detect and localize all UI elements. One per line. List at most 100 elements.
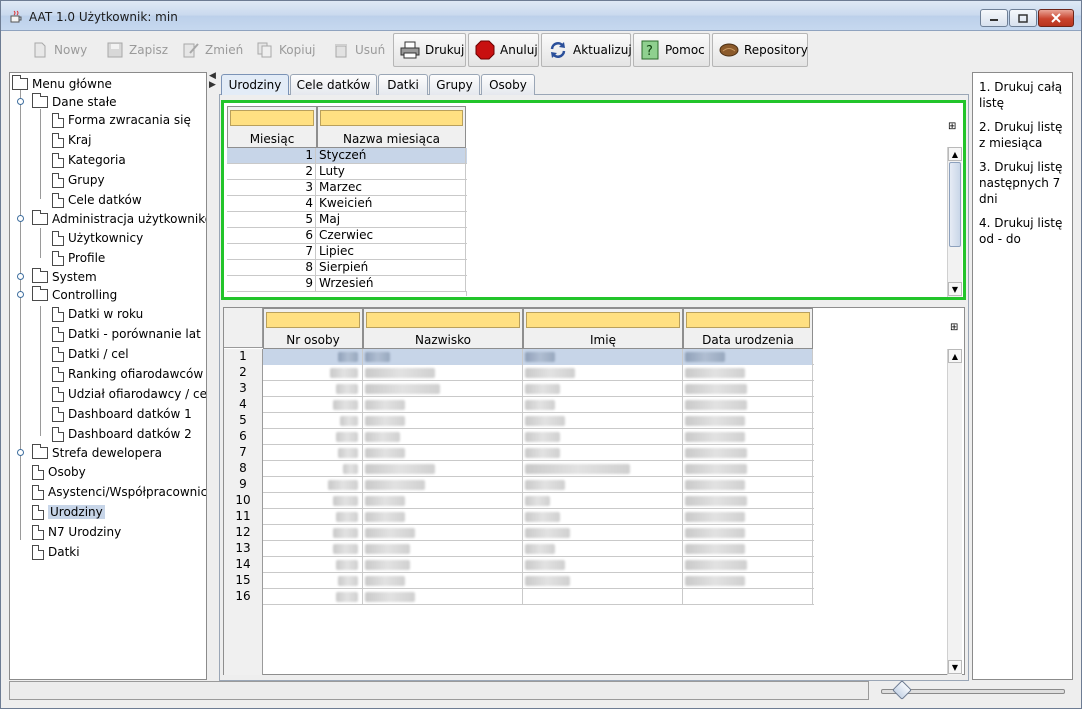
header-data-urodzenia[interactable]: Data urodzenia (683, 308, 813, 349)
tree-item-uzytkownicy[interactable]: Użytkownicy (52, 229, 143, 247)
tree-item-n7[interactable]: N7 Urodziny (32, 523, 121, 541)
new-button[interactable]: Nowy (24, 33, 94, 67)
save-button[interactable]: Zapisz (99, 33, 171, 67)
print-month-option[interactable]: 2. Drukuj listę z miesiąca (979, 119, 1069, 151)
people-vertical-scrollbar[interactable]: ▲ ▼ (947, 349, 962, 675)
minimize-button[interactable] (980, 9, 1008, 27)
splitter-collapse-icon[interactable]: ◀ ▶ (209, 72, 217, 92)
header-nazwisko[interactable]: Nazwisko (363, 308, 523, 349)
tab-grupy[interactable]: Grupy (429, 74, 480, 95)
tree-item-osoby[interactable]: Osoby (32, 463, 86, 481)
tree-item-datki-porownanie[interactable]: Datki - porównanie lat (52, 325, 201, 343)
cancel-button[interactable]: Anuluj (468, 33, 539, 67)
refresh-button[interactable]: Aktualizuj (541, 33, 632, 67)
copy-button[interactable]: Kopiuj (249, 33, 321, 67)
tree-item-kraj[interactable]: Kraj (52, 131, 92, 149)
table-row[interactable]: 1 (224, 349, 814, 365)
tree-item-system[interactable]: System (32, 268, 97, 286)
tab-urodziny[interactable]: Urodziny (221, 74, 289, 95)
header-imie[interactable]: Imię (523, 308, 683, 349)
header-miesiac[interactable]: Miesiąc (227, 106, 317, 148)
tree-item-strefa[interactable]: Strefa dewelopera (32, 444, 162, 462)
tree-item-profile[interactable]: Profile (52, 249, 105, 267)
tree-item-grupy[interactable]: Grupy (52, 171, 105, 189)
filter-miesiac[interactable] (230, 110, 314, 126)
tab-datki[interactable]: Datki (378, 74, 428, 95)
month-row[interactable]: 9 Wrzesień (227, 276, 467, 292)
tree-item-cele[interactable]: Cele datków (52, 191, 142, 209)
table-row[interactable]: 9 (224, 477, 814, 493)
tree-toggle-admin[interactable] (17, 215, 24, 222)
table-row[interactable]: 5 (224, 413, 814, 429)
tree-item-asystenci[interactable]: Asystenci/Współpracownicy (32, 483, 206, 501)
month-row[interactable]: 7 Lipiec (227, 244, 467, 260)
scroll-thumb[interactable] (949, 162, 961, 247)
filter-data-urodzenia[interactable] (686, 312, 810, 328)
table-row[interactable]: 12 (224, 525, 814, 541)
zoom-slider-knob[interactable] (892, 680, 912, 700)
tree-item-admin[interactable]: Administracja użytkowników (32, 210, 206, 228)
table-row[interactable]: 13 (224, 541, 814, 557)
print-range-option[interactable]: 4. Drukuj listę od - do (979, 215, 1069, 247)
header-nr-osoby[interactable]: Nr osoby (263, 308, 363, 349)
tree-item-ranking[interactable]: Ranking ofiarodawców (52, 365, 203, 383)
month-row[interactable]: 1 Styczeń (227, 148, 467, 164)
table-row[interactable]: 16 (224, 589, 814, 605)
tree-item-datki-cel[interactable]: Datki / cel (52, 345, 129, 363)
month-row[interactable]: 6 Czerwiec (227, 228, 467, 244)
filter-imie[interactable] (526, 312, 680, 328)
filter-nazwisko[interactable] (366, 312, 520, 328)
print-button[interactable]: Drukuj (393, 33, 466, 67)
tree-item-kategoria[interactable]: Kategoria (52, 151, 126, 169)
tree-item-datki[interactable]: Datki (32, 543, 80, 561)
table-row[interactable]: 2 (224, 365, 814, 381)
tree-root[interactable]: Menu główne (12, 75, 112, 93)
table-row[interactable]: 4 (224, 397, 814, 413)
tree-item-dashboard2[interactable]: Dashboard datków 2 (52, 425, 192, 443)
table-row[interactable]: 15 (224, 573, 814, 589)
scroll-down-icon[interactable]: ▼ (948, 282, 962, 296)
filter-nr-osoby[interactable] (266, 312, 360, 328)
tree-toggle-system[interactable] (17, 273, 24, 280)
header-nazwa-miesiaca[interactable]: Nazwa miesiąca (317, 106, 466, 148)
tree-item-datki-w-roku[interactable]: Datki w roku (52, 305, 143, 323)
tab-cele-datkow[interactable]: Cele datków (290, 74, 377, 95)
maximize-button[interactable] (1009, 9, 1037, 27)
scroll-up-icon[interactable]: ▲ (948, 147, 962, 161)
column-chooser-icon[interactable]: ⊞ (950, 322, 958, 333)
print-next-7-days-option[interactable]: 3. Drukuj listę następnych 7 dni (979, 159, 1069, 207)
month-row[interactable]: 2 Luty (227, 164, 467, 180)
table-row[interactable]: 10 (224, 493, 814, 509)
print-all-option[interactable]: 1. Drukuj całą listę (979, 79, 1069, 111)
table-row[interactable]: 7 (224, 445, 814, 461)
delete-button[interactable]: Usuń (325, 33, 391, 67)
table-row[interactable]: 3 (224, 381, 814, 397)
tree-item-dane-stale[interactable]: Dane stałe (32, 93, 117, 111)
tree-item-controlling[interactable]: Controlling (32, 286, 117, 304)
scroll-up-icon[interactable]: ▲ (948, 349, 962, 363)
tree-item-udzial[interactable]: Udział ofiarodawcy / cel (52, 385, 206, 403)
month-row[interactable]: 5 Maj (227, 212, 467, 228)
tree-item-urodziny[interactable]: Urodziny (32, 503, 105, 521)
table-row[interactable]: 11 (224, 509, 814, 525)
help-button[interactable]: ? Pomoc (633, 33, 710, 67)
tree-item-dashboard1[interactable]: Dashboard datków 1 (52, 405, 192, 423)
table-row[interactable]: 6 (224, 429, 814, 445)
month-row[interactable]: 8 Sierpień (227, 260, 467, 276)
tree-toggle-strefa[interactable] (17, 449, 24, 456)
months-vertical-scrollbar[interactable]: ▲ ▼ (947, 147, 962, 297)
tree-toggle-dane-stale[interactable] (17, 98, 24, 105)
table-row[interactable]: 8 (224, 461, 814, 477)
table-row[interactable]: 14 (224, 557, 814, 573)
repository-button[interactable]: Repository (712, 33, 808, 67)
filter-nazwa-miesiaca[interactable] (320, 110, 463, 126)
month-row[interactable]: 3 Marzec (227, 180, 467, 196)
month-row[interactable]: 4 Kweicień (227, 196, 467, 212)
tree-item-forma[interactable]: Forma zwracania się (52, 111, 191, 129)
tab-osoby[interactable]: Osoby (481, 74, 535, 95)
column-chooser-icon[interactable]: ⊞ (948, 121, 956, 132)
scroll-down-icon[interactable]: ▼ (948, 660, 962, 674)
close-button[interactable] (1038, 9, 1074, 27)
tree-toggle-controlling[interactable] (17, 291, 24, 298)
edit-button[interactable]: Zmień (175, 33, 245, 67)
